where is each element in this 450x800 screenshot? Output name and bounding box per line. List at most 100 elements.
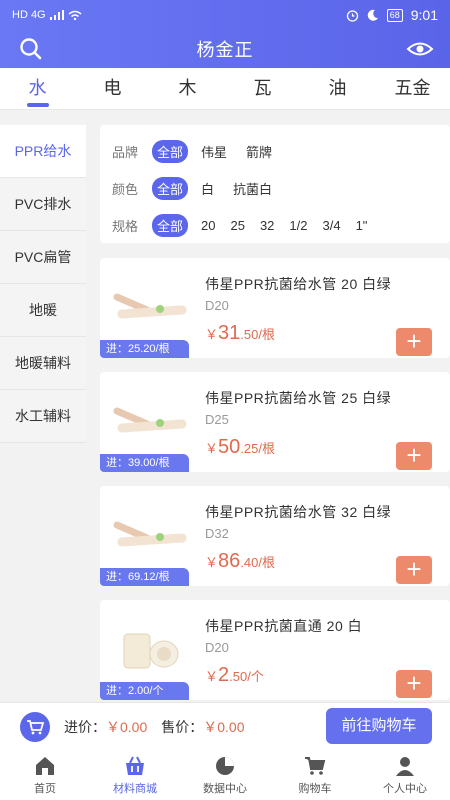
product-name: 伟星PPR抗菌给水管 25 白绿 xyxy=(205,390,392,406)
nav-cart[interactable]: 购物车 xyxy=(270,750,360,800)
cart-summary-bar: 进价： ￥0.00 售价： ￥0.00 前往购物车 xyxy=(0,702,450,750)
nav-label: 材料商城 xyxy=(113,782,157,795)
price-int: 86 xyxy=(218,550,241,572)
filter-chip-all[interactable]: 全部 xyxy=(152,214,189,237)
eye-icon[interactable] xyxy=(406,36,434,62)
filter-chip-all[interactable]: 全部 xyxy=(152,140,189,163)
tab-paint[interactable]: 油 xyxy=(300,68,375,109)
currency: ￥ xyxy=(205,441,219,456)
status-bar: HD 4G 68 9:01 xyxy=(0,0,450,30)
currency: ￥ xyxy=(205,327,219,342)
coupling-image xyxy=(123,633,179,669)
nav-profile[interactable]: 个人中心 xyxy=(360,750,450,800)
user-icon xyxy=(396,756,414,776)
filter-panel: 品牌 全部 伟星 箭牌 颜色 全部 白 抗菌白 规格 全部 20 25 32 1… xyxy=(100,125,450,243)
product-spec: D25 xyxy=(205,412,229,427)
tab-electric[interactable]: 电 xyxy=(75,68,150,109)
network-indicator: HD 4G xyxy=(12,9,46,21)
page-title: 杨金正 xyxy=(196,40,254,60)
moon-icon xyxy=(367,9,378,21)
tab-tile[interactable]: 瓦 xyxy=(225,68,300,109)
signal-icon xyxy=(49,10,64,20)
sidebar-item-floor-heating[interactable]: 地暖 xyxy=(0,284,86,337)
filter-row-spec: 规格 全部 20 25 32 1/2 3/4 1" xyxy=(112,207,450,244)
nav-data-center[interactable]: 数据中心 xyxy=(180,750,270,800)
product-spec: D32 xyxy=(205,526,229,541)
pipe-image xyxy=(113,407,187,433)
filter-option[interactable]: 抗菌白 xyxy=(233,179,272,198)
bottom-nav: 首页 材料商城 数据中心 购物车 个人中心 xyxy=(0,750,450,800)
price-int: 31 xyxy=(218,322,241,344)
product-card[interactable]: 进：25.20/根 伟星PPR抗菌给水管 20 白绿 D20 ￥31.50/根 … xyxy=(100,258,450,358)
filter-label: 品牌 xyxy=(112,145,139,160)
product-spec: D20 xyxy=(205,640,229,655)
filter-option[interactable]: 箭牌 xyxy=(246,142,272,161)
product-price: ￥2.50/个 xyxy=(205,664,264,687)
battery-icon: 68 xyxy=(386,8,403,22)
tab-water[interactable]: 水 xyxy=(0,68,75,109)
nav-label: 首页 xyxy=(34,782,56,795)
pipe-image xyxy=(113,521,187,547)
sidebar-item-floor-heating-accessories[interactable]: 地暖辅料 xyxy=(0,337,86,390)
sale-total-label: 售价： xyxy=(161,718,204,735)
product-price: ￥50.25/根 xyxy=(205,436,275,459)
filter-label: 规格 xyxy=(112,219,139,234)
price-int: 2 xyxy=(218,664,230,686)
nav-home[interactable]: 首页 xyxy=(0,750,90,800)
add-to-cart-button[interactable]: + xyxy=(396,328,432,356)
filter-option[interactable]: 1/2 xyxy=(289,218,307,233)
price-dec: .40/根 xyxy=(240,555,275,570)
filter-option[interactable]: 20 xyxy=(201,218,215,233)
filter-option[interactable]: 32 xyxy=(260,218,274,233)
app-header: HD 4G 68 9:01 杨金正 xyxy=(0,0,450,68)
cost-price-tag: 进：2.00/个 xyxy=(100,682,189,700)
home-icon xyxy=(36,756,54,775)
filter-option[interactable]: 伟星 xyxy=(201,142,227,161)
product-spec: D20 xyxy=(205,298,229,313)
filter-chip-all[interactable]: 全部 xyxy=(152,177,189,200)
currency: ￥ xyxy=(205,555,219,570)
sidebar-item-pvc-drain[interactable]: PVC排水 xyxy=(0,178,86,231)
product-price: ￥31.50/根 xyxy=(205,322,275,345)
cost-total-label: 进价： xyxy=(64,718,106,735)
search-icon[interactable] xyxy=(18,36,44,62)
price-dec: .50/个 xyxy=(229,669,264,684)
nav-label: 个人中心 xyxy=(383,782,427,795)
filter-option[interactable]: 白 xyxy=(201,179,214,198)
product-name: 伟星PPR抗菌直通 20 白 xyxy=(205,618,363,634)
cost-price-tag: 进：39.00/根 xyxy=(100,454,189,472)
pipe-image xyxy=(113,293,187,319)
cart-icon[interactable] xyxy=(20,711,50,742)
basket-icon xyxy=(126,756,144,775)
filter-option[interactable]: 3/4 xyxy=(323,218,341,233)
currency: ￥ xyxy=(205,669,219,684)
filter-row-color: 颜色 全部 白 抗菌白 xyxy=(112,170,450,207)
product-name: 伟星PPR抗菌给水管 20 白绿 xyxy=(205,276,392,292)
price-dec: .50/根 xyxy=(240,327,275,342)
sidebar-item-pvc-flat[interactable]: PVC扁管 xyxy=(0,231,86,284)
sidebar-item-ppr[interactable]: PPR给水 xyxy=(0,125,86,178)
wifi-icon xyxy=(68,10,82,20)
product-price: ￥86.40/根 xyxy=(205,550,275,573)
tab-hardware[interactable]: 五金 xyxy=(375,68,450,109)
tab-wood[interactable]: 木 xyxy=(150,68,225,109)
cost-price-tag: 进：69.12/根 xyxy=(100,568,189,586)
add-to-cart-button[interactable]: + xyxy=(396,556,432,584)
filter-option[interactable]: 1" xyxy=(356,218,368,233)
product-card[interactable]: 进：69.12/根 伟星PPR抗菌给水管 32 白绿 D32 ￥86.40/根 … xyxy=(100,486,450,586)
add-to-cart-button[interactable]: + xyxy=(396,670,432,698)
product-name: 伟星PPR抗菌给水管 32 白绿 xyxy=(205,504,392,520)
filter-option[interactable]: 25 xyxy=(230,218,244,233)
product-card[interactable]: 进：2.00/个 伟星PPR抗菌直通 20 白 D20 ￥2.50/个 + xyxy=(100,600,450,700)
cost-price-tag: 进：25.20/根 xyxy=(100,340,189,358)
nav-label: 数据中心 xyxy=(203,782,247,795)
go-to-cart-button[interactable]: 前往购物车 xyxy=(326,708,432,744)
alarm-icon xyxy=(346,9,358,22)
product-card[interactable]: 进：39.00/根 伟星PPR抗菌给水管 25 白绿 D25 ￥50.25/根 … xyxy=(100,372,450,472)
nav-label: 购物车 xyxy=(298,782,332,795)
sidebar-item-plumbing-accessories[interactable]: 水工辅料 xyxy=(0,390,86,443)
sale-total-value: ￥0.00 xyxy=(203,718,245,735)
nav-materials-mall[interactable]: 材料商城 xyxy=(90,750,180,800)
add-to-cart-button[interactable]: + xyxy=(396,442,432,470)
pie-chart-icon xyxy=(216,756,234,775)
